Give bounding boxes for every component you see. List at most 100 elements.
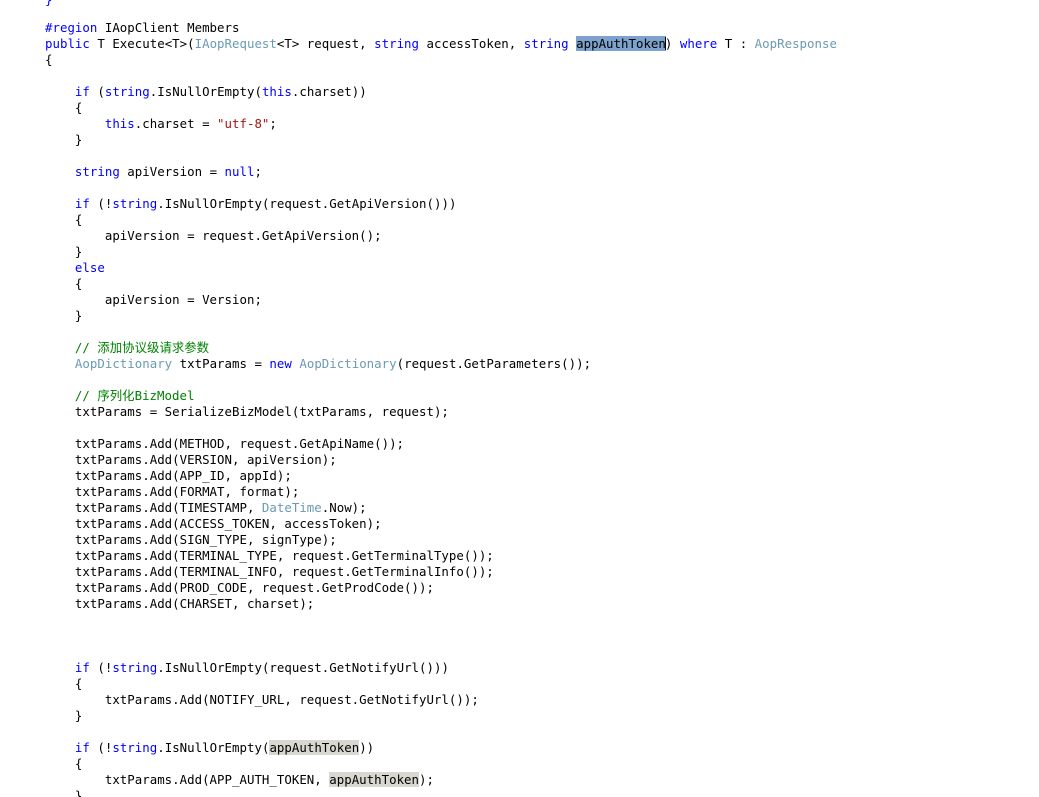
code-token: .IsNullOrEmpty( <box>149 84 262 99</box>
selected-token: appAuthToken <box>576 36 666 51</box>
code-editor-pane[interactable]: } #region IAopClient Memberspublic T Exe… <box>0 0 1039 797</box>
code-line[interactable]: txtParams.Add(NOTIFY_URL, request.GetNot… <box>45 692 837 708</box>
keyword-token: public <box>45 36 90 51</box>
code-token: txtParams.Add(CHARSET, charset); <box>74 596 315 611</box>
code-line[interactable] <box>45 724 837 740</box>
code-token: ; <box>269 116 277 131</box>
code-token: txtParams.Add(APP_ID, appId); <box>74 468 292 483</box>
code-line[interactable]: { <box>45 676 837 692</box>
code-line[interactable]: txtParams.Add(CHARSET, charset); <box>45 596 837 612</box>
code-token: } <box>74 308 83 323</box>
code-line[interactable]: apiVersion = request.GetApiVersion(); <box>45 228 837 244</box>
code-token: { <box>74 100 83 115</box>
keyword-token: string <box>112 196 158 211</box>
code-line[interactable]: this.charset = "utf-8"; <box>45 116 837 132</box>
code-token: { <box>74 756 83 771</box>
code-line[interactable]: { <box>45 100 837 116</box>
code-token: } <box>74 708 83 723</box>
code-token: .charset = <box>134 116 218 131</box>
code-token: { <box>74 676 83 691</box>
code-token: accessToken, <box>419 36 524 51</box>
code-token: .charset)) <box>291 84 367 99</box>
code-line[interactable] <box>45 180 837 196</box>
code-line[interactable]: if (string.IsNullOrEmpty(this.charset)) <box>45 84 837 100</box>
code-line[interactable] <box>45 68 837 84</box>
code-text-area[interactable]: #region IAopClient Members public T Execu… <box>0 0 837 797</box>
code-token: txtParams.Add(PROD_CODE, request.GetProd… <box>74 580 434 595</box>
code-line[interactable]: txtParams.Add(METHOD, request.GetApiName… <box>45 436 837 452</box>
code-token: { <box>74 212 83 227</box>
code-line[interactable]: // 添加协议级请求参数 <box>45 340 837 356</box>
code-line[interactable] <box>45 644 837 660</box>
code-token: txtParams = SerializeBizModel(txtParams,… <box>74 404 449 419</box>
code-token: txtParams.Add(ACCESS_TOKEN, accessToken)… <box>74 516 382 531</box>
code-line[interactable]: #region IAopClient Members <box>45 20 837 36</box>
string-literal-token: "utf-8" <box>217 116 270 131</box>
code-line[interactable] <box>45 148 837 164</box>
code-token: } <box>74 244 83 259</box>
code-line[interactable]: if (!string.IsNullOrEmpty(appAuthToken)) <box>45 740 837 756</box>
code-token: txtParams.Add(NOTIFY_URL, request.GetNot… <box>104 692 479 707</box>
code-line[interactable]: } <box>45 308 837 324</box>
code-line[interactable]: { <box>45 276 837 292</box>
type-name-token: IAopRequest <box>194 36 277 51</box>
code-token: (! <box>89 740 113 755</box>
code-token: .IsNullOrEmpty(request.GetApiVersion())) <box>157 196 457 211</box>
code-line[interactable]: string apiVersion = null; <box>45 164 837 180</box>
code-token: } <box>74 788 83 797</box>
code-token: .IsNullOrEmpty(request.GetNotifyUrl())) <box>157 660 449 675</box>
code-line[interactable]: txtParams.Add(PROD_CODE, request.GetProd… <box>45 580 837 596</box>
code-line[interactable]: } <box>45 244 837 260</box>
code-line[interactable]: txtParams.Add(ACCESS_TOKEN, accessToken)… <box>45 516 837 532</box>
keyword-token: this <box>104 116 135 131</box>
keyword-token: string <box>74 164 120 179</box>
code-line[interactable]: { <box>45 212 837 228</box>
code-line[interactable] <box>45 324 837 340</box>
code-line[interactable]: } <box>45 788 837 797</box>
code-token: { <box>45 52 53 67</box>
reference-highlight-token: appAuthToken <box>329 772 420 787</box>
code-line[interactable] <box>45 628 837 644</box>
code-line[interactable]: // 序列化BizModel <box>45 388 837 404</box>
code-line[interactable]: } <box>45 708 837 724</box>
code-line[interactable]: txtParams.Add(SIGN_TYPE, signType); <box>45 532 837 548</box>
keyword-token: if <box>74 196 90 211</box>
code-token: txtParams.Add(VERSION, apiVersion); <box>74 452 337 467</box>
code-line[interactable]: { <box>45 52 837 68</box>
code-line[interactable]: else <box>45 260 837 276</box>
code-line[interactable]: txtParams.Add(FORMAT, format); <box>45 484 837 500</box>
code-line[interactable]: txtParams.Add(TERMINAL_TYPE, request.Get… <box>45 548 837 564</box>
code-line[interactable]: if (!string.IsNullOrEmpty(request.GetNot… <box>45 660 837 676</box>
code-line[interactable]: if (!string.IsNullOrEmpty(request.GetApi… <box>45 196 837 212</box>
code-token: txtParams = <box>172 356 270 371</box>
code-line[interactable]: { <box>45 756 837 772</box>
code-line[interactable] <box>45 612 837 628</box>
code-token: .IsNullOrEmpty( <box>157 740 270 755</box>
type-name-token: DateTime <box>261 500 322 515</box>
code-line[interactable]: txtParams.Add(APP_AUTH_TOKEN, appAuthTok… <box>45 772 837 788</box>
code-line[interactable]: public T Execute<T>(IAopRequest<T> reque… <box>45 36 837 52</box>
code-line[interactable]: txtParams = SerializeBizModel(txtParams,… <box>45 404 837 420</box>
code-line[interactable]: txtParams.Add(TERMINAL_INFO, request.Get… <box>45 564 837 580</box>
code-token: apiVersion = <box>119 164 225 179</box>
code-line[interactable]: apiVersion = Version; <box>45 292 837 308</box>
code-line[interactable]: txtParams.Add(VERSION, apiVersion); <box>45 452 837 468</box>
comment-token: // 序列化BizModel <box>74 388 195 403</box>
keyword-token: string <box>112 740 158 755</box>
code-token: apiVersion = request.GetApiVersion(); <box>104 228 382 243</box>
code-line[interactable] <box>45 420 837 436</box>
code-token: (! <box>89 660 113 675</box>
keyword-token: where <box>679 36 718 51</box>
code-token: (! <box>89 196 113 211</box>
code-line[interactable]: } <box>45 132 837 148</box>
code-line[interactable]: AopDictionary txtParams = new AopDiction… <box>45 356 837 372</box>
code-token: ( <box>89 84 105 99</box>
region-directive-token: #region <box>45 20 98 35</box>
code-token: T : <box>717 36 755 51</box>
code-token: ) <box>664 36 680 51</box>
code-line[interactable]: txtParams.Add(APP_ID, appId); <box>45 468 837 484</box>
code-line[interactable]: txtParams.Add(TIMESTAMP, DateTime.Now); <box>45 500 837 516</box>
keyword-token: string <box>112 660 158 675</box>
code-token: txtParams.Add(APP_AUTH_TOKEN, <box>104 772 330 787</box>
code-line[interactable] <box>45 372 837 388</box>
